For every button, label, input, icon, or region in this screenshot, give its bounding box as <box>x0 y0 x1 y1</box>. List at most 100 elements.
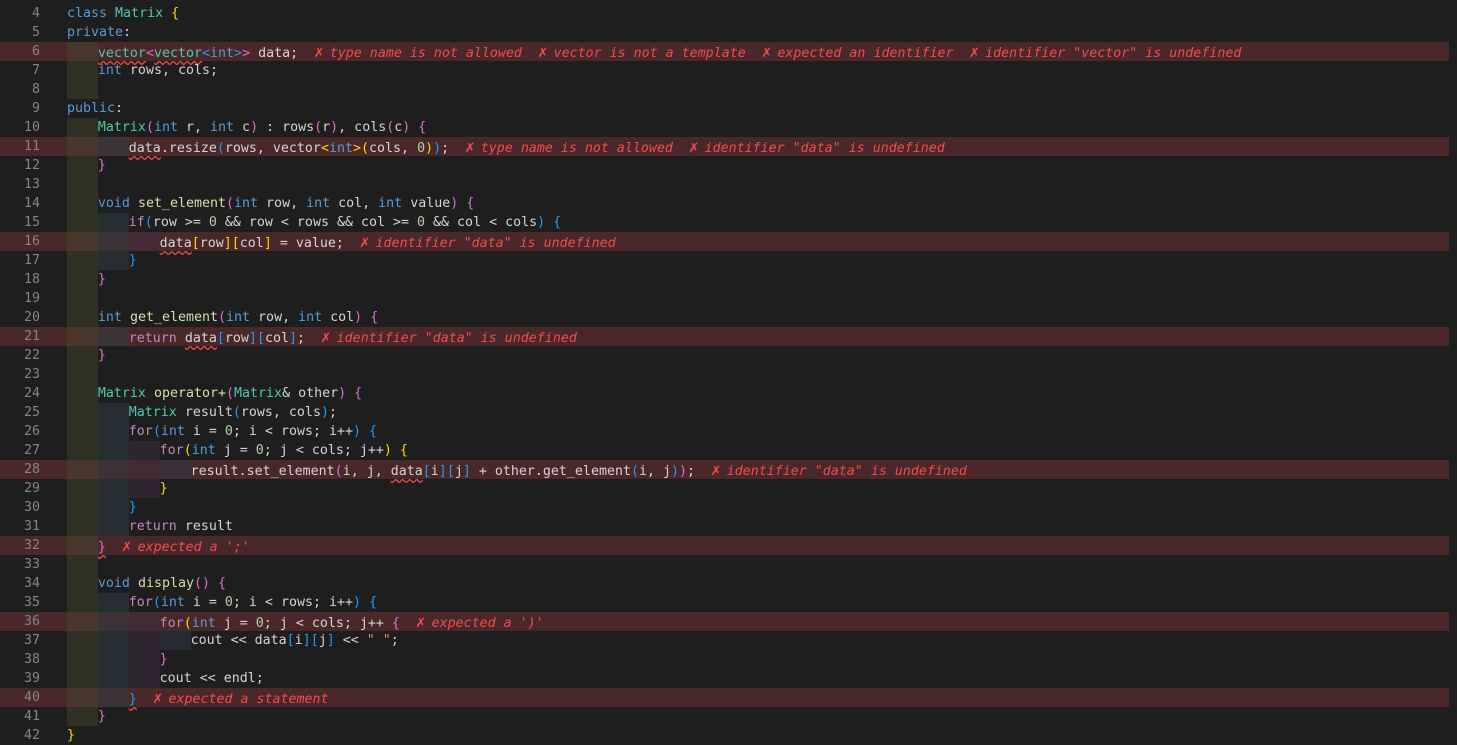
code-line[interactable]: 18} <box>0 270 1449 289</box>
code-line[interactable]: 23 <box>0 365 1449 384</box>
code-line[interactable]: 4 class Matrix { <box>0 4 1449 23</box>
code-text[interactable]: void display() { <box>67 574 1449 593</box>
code-text[interactable]: for(int i = 0; i < rows; i++) { <box>67 422 1449 441</box>
code-line[interactable]: 41} <box>0 707 1449 726</box>
code-line[interactable]: 40} ✗ expected a statement <box>0 688 1449 707</box>
inline-error-message[interactable]: ✗ identifier "data" is undefined <box>360 232 616 251</box>
code-line[interactable]: 26 for(int i = 0; i < rows; i++) { <box>0 422 1449 441</box>
code-line[interactable]: 39 cout << endl; <box>0 669 1449 688</box>
code-text[interactable]: vector<vector<int>> data; ✗ type name is … <box>67 42 1449 63</box>
line-number: 6 <box>31 44 40 59</box>
code-token: ] <box>263 236 272 251</box>
code-line[interactable]: 9 public: <box>0 99 1449 118</box>
code-line[interactable]: 35 for(int i = 0; i < rows; i++) { <box>0 593 1449 612</box>
code-text[interactable]: int get_element(int row, int col) { <box>67 308 1449 327</box>
code-line[interactable]: 28 result.set_element(i, j, data[i][j] + … <box>0 460 1449 479</box>
code-text[interactable]: for(int i = 0; i < rows; i++) { <box>67 593 1449 612</box>
code-text[interactable]: if(row >= 0 && row < rows && col >= 0 &&… <box>67 213 1449 232</box>
inline-error-message[interactable]: ✗ expected a statement <box>153 688 329 707</box>
code-line[interactable]: 29} <box>0 479 1449 498</box>
code-line[interactable]: 17} <box>0 251 1449 270</box>
code-line[interactable]: 13 <box>0 175 1449 194</box>
code-token: int <box>97 310 122 325</box>
code-token: int <box>328 141 353 156</box>
inline-error-message[interactable]: ✗ expected an identifier <box>762 42 954 61</box>
code-line[interactable]: 5 private: <box>0 23 1449 42</box>
code-line[interactable]: 38} <box>0 650 1449 669</box>
code-text[interactable]: void set_element(int row, int col, int v… <box>67 194 1449 213</box>
code-text[interactable]: } <box>67 707 1449 726</box>
code-text[interactable]: data.resize(rows, vector<int>(cols, 0));… <box>67 137 1449 158</box>
code-text[interactable]: } <box>67 156 1449 175</box>
code-line[interactable]: 34 void display() { <box>0 574 1449 593</box>
code-text[interactable] <box>67 289 1449 308</box>
code-line[interactable]: 22} <box>0 346 1449 365</box>
inline-error-message[interactable]: ✗ type name is not allowed <box>465 137 673 156</box>
code-line[interactable]: 21 return data[row][col]; ✗ identifier "da… <box>0 327 1449 346</box>
inline-error-message[interactable]: ✗ identifier "data" is undefined <box>689 137 945 156</box>
code-line[interactable]: 30} <box>0 498 1449 517</box>
code-text[interactable]: private: <box>67 23 1449 42</box>
code-line[interactable]: 16 data[row][col] = value; ✗ identifier "d… <box>0 232 1449 251</box>
code-text[interactable]: for(int j = 0; j < cols; j++ { ✗ expected… <box>67 612 1449 633</box>
code-text[interactable]: cout << endl; <box>67 669 1449 688</box>
code-line[interactable]: 36 for(int j = 0; j < cols; j++ { ✗ expect… <box>0 612 1449 631</box>
indent-guide <box>67 574 98 593</box>
code-line[interactable]: 37 cout << data[i][j] << " "; <box>0 631 1449 650</box>
code-text[interactable]: } <box>67 479 1449 498</box>
code-text[interactable]: for(int j = 0; j < cols; j++) { <box>67 441 1449 460</box>
code-text[interactable] <box>67 365 1449 384</box>
code-line[interactable]: 19 <box>0 289 1449 308</box>
code-text[interactable]: } ✗ expected a statement <box>67 688 1449 709</box>
code-text[interactable]: } <box>67 346 1449 365</box>
code-token: row, <box>258 196 307 211</box>
code-text[interactable]: } <box>67 270 1449 289</box>
code-line[interactable]: 12} <box>0 156 1449 175</box>
inline-error-message[interactable]: ✗ identifier "data" is undefined <box>321 327 577 346</box>
code-token: for <box>128 424 153 439</box>
code-line[interactable]: 6 vector<vector<int>> data; ✗ type name is… <box>0 42 1449 61</box>
code-text[interactable]: cout << data[i][j] << " "; <box>67 631 1449 650</box>
code-text[interactable]: class Matrix { <box>67 4 1449 23</box>
code-line[interactable]: 33 <box>0 555 1449 574</box>
code-line[interactable]: 10 Matrix(int r, int c) : rows(r), cols(c… <box>0 118 1449 137</box>
inline-error-message[interactable]: ✗ identifier "data" is undefined <box>711 460 967 479</box>
code-text[interactable]: } <box>67 650 1449 669</box>
code-line[interactable]: 7 int rows, cols; <box>0 61 1449 80</box>
code-text[interactable]: Matrix result(rows, cols); <box>67 403 1449 422</box>
code-text[interactable]: } <box>67 251 1449 270</box>
code-text[interactable]: data[row][col] = value; ✗ identifier "dat… <box>67 232 1449 253</box>
code-text[interactable]: return result <box>67 517 1449 536</box>
code-line[interactable]: 27 for(int j = 0; j < cols; j++) { <box>0 441 1449 460</box>
code-editor[interactable]: 4 class Matrix {5 private: 6 vector<vector<i… <box>0 0 1457 743</box>
code-text[interactable]: } <box>67 726 1449 745</box>
code-line[interactable]: 20 int get_element(int row, int col) { <box>0 308 1449 327</box>
inline-error-message[interactable]: ✗ type name is not allowed <box>314 42 522 61</box>
line-number: 21 <box>23 329 40 344</box>
code-line[interactable]: 31 return result <box>0 517 1449 536</box>
code-text[interactable]: int rows, cols; <box>67 61 1449 80</box>
code-text[interactable]: } ✗ expected a ';' <box>67 536 1449 557</box>
code-text[interactable]: Matrix operator+(Matrix& other) { <box>67 384 1449 403</box>
code-text[interactable] <box>67 175 1449 194</box>
code-line[interactable]: 11 data.resize(rows, vector<int>(cols, 0)… <box>0 137 1449 156</box>
code-line[interactable]: 32} ✗ expected a ';' <box>0 536 1449 555</box>
inline-error-message[interactable]: ✗ expected a ';' <box>122 536 250 555</box>
inline-error-message[interactable]: ✗ identifier "vector" is undefined <box>970 42 1242 61</box>
code-text[interactable]: Matrix(int r, int c) : rows(r), cols(c) … <box>67 118 1449 137</box>
code-text[interactable]: result.set_element(i, j, data[i][j] + ot… <box>67 460 1449 481</box>
code-text[interactable] <box>67 80 1449 99</box>
code-line[interactable]: 14 void set_element(int row, int col, int… <box>0 194 1449 213</box>
code-line[interactable]: 24 Matrix operator+(Matrix& other) { <box>0 384 1449 403</box>
code-text[interactable]: return data[row][col]; ✗ identifier "data… <box>67 327 1449 348</box>
code-text[interactable] <box>67 555 1449 574</box>
inline-error-message[interactable]: ✗ vector is not a template <box>538 42 746 61</box>
code-text[interactable]: } <box>67 498 1449 517</box>
code-text[interactable]: public: <box>67 99 1449 118</box>
code-token: [ <box>446 464 455 479</box>
code-line[interactable]: 15 if(row >= 0 && row < rows && col >= 0 … <box>0 213 1449 232</box>
inline-error-message[interactable]: ✗ expected a ')' <box>416 612 544 631</box>
code-line[interactable]: 8 <box>0 80 1449 99</box>
code-line[interactable]: 42} <box>0 726 1449 745</box>
code-line[interactable]: 25 Matrix result(rows, cols); <box>0 403 1449 422</box>
